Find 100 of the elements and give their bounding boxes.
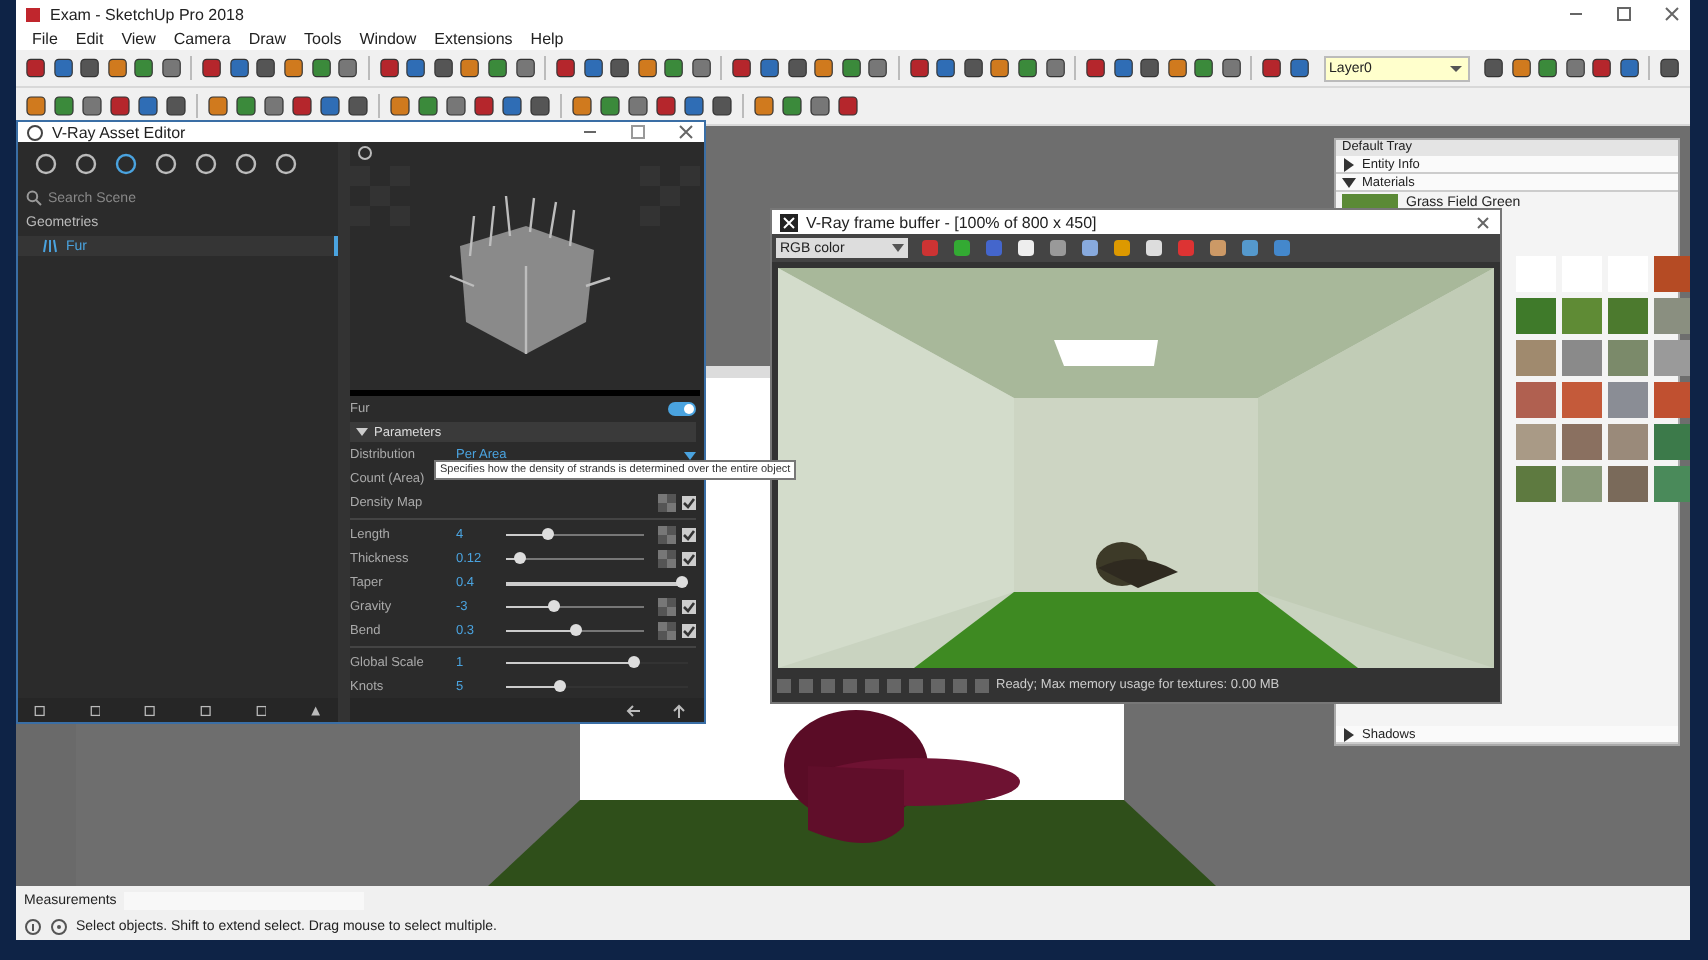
tool-icon[interactable] <box>431 56 455 80</box>
close-icon[interactable] <box>1662 4 1682 24</box>
tool-icon[interactable] <box>635 56 659 80</box>
menu-item[interactable]: Extensions <box>434 30 513 48</box>
tool-icon[interactable] <box>290 94 314 118</box>
tool-icon[interactable] <box>785 56 809 80</box>
tool-icon[interactable] <box>78 56 102 80</box>
tool-icon[interactable] <box>416 94 440 118</box>
tool-icon[interactable] <box>988 56 1012 80</box>
tool-icon[interactable] <box>662 56 686 80</box>
tool-icon[interactable] <box>51 56 75 80</box>
tool-icon[interactable] <box>200 56 224 80</box>
material-swatch[interactable] <box>1562 382 1602 418</box>
checkbox[interactable] <box>682 552 696 566</box>
tool-icon[interactable] <box>839 56 863 80</box>
menu-item[interactable]: Camera <box>173 30 231 48</box>
close-icon[interactable] <box>676 122 696 142</box>
tool-icon[interactable] <box>752 94 776 118</box>
tool-icon[interactable] <box>780 94 804 118</box>
tool-icon[interactable] <box>108 94 132 118</box>
tool-icon[interactable] <box>608 56 632 80</box>
checkbox[interactable] <box>682 624 696 638</box>
material-swatch[interactable] <box>1654 340 1690 376</box>
tool-icon[interactable] <box>377 56 401 80</box>
tool-icon[interactable] <box>812 56 836 80</box>
tool-icon[interactable] <box>581 56 605 80</box>
tool-icon[interactable] <box>1138 56 1162 80</box>
tool-icon[interactable] <box>1043 56 1067 80</box>
tool-icon[interactable] <box>262 94 286 118</box>
tool-icon[interactable] <box>336 56 360 80</box>
tool-icon[interactable] <box>318 94 342 118</box>
slider-thumb[interactable] <box>541 528 554 540</box>
slider-thumb[interactable] <box>569 624 581 636</box>
material-swatch[interactable] <box>1516 298 1556 334</box>
tool-icon[interactable] <box>458 56 482 80</box>
tool-icon[interactable] <box>132 56 156 80</box>
material-swatch[interactable] <box>1516 466 1556 502</box>
tool-icon[interactable] <box>1287 56 1312 80</box>
info-icon[interactable] <box>24 917 42 935</box>
back-arrow-icon[interactable] <box>624 701 642 719</box>
tool-icon[interactable] <box>1590 56 1614 80</box>
material-swatch[interactable] <box>1654 256 1690 292</box>
help-icon[interactable] <box>50 917 68 935</box>
tool-icon[interactable] <box>1536 56 1560 80</box>
render-icon[interactable] <box>310 701 323 719</box>
tool-icon[interactable] <box>598 94 622 118</box>
tool-icon[interactable] <box>472 94 496 118</box>
tool-icon[interactable] <box>907 56 931 80</box>
tool-icon[interactable] <box>554 56 578 80</box>
maximize-icon[interactable] <box>628 122 648 142</box>
asset-action-icon[interactable] <box>255 701 267 719</box>
tool-icon[interactable] <box>136 94 160 118</box>
asset-action-icon[interactable] <box>89 701 101 719</box>
tool-icon[interactable] <box>444 94 468 118</box>
category-icon[interactable] <box>34 152 58 176</box>
category-icon[interactable] <box>74 152 98 176</box>
tool-icon[interactable] <box>1192 56 1216 80</box>
swatch-preview-icon[interactable] <box>356 144 374 162</box>
material-swatch[interactable] <box>1654 382 1690 418</box>
tool-icon[interactable] <box>227 56 251 80</box>
up-arrow-icon[interactable] <box>670 701 688 719</box>
tool-icon[interactable] <box>808 94 832 118</box>
menu-item[interactable]: File <box>32 30 58 48</box>
toggle-switch[interactable] <box>668 402 696 416</box>
tool-icon[interactable] <box>730 56 754 80</box>
tool-icon[interactable] <box>500 94 524 118</box>
tool-icon[interactable] <box>52 94 76 118</box>
tool-icon[interactable] <box>1260 56 1284 80</box>
material-swatch[interactable] <box>1562 340 1602 376</box>
material-swatch[interactable] <box>1608 424 1648 460</box>
tool-icon[interactable] <box>528 94 552 118</box>
menu-item[interactable]: Help <box>530 30 564 48</box>
tool-icon[interactable] <box>1617 56 1641 80</box>
tool-icon[interactable] <box>682 94 706 118</box>
tool-icon[interactable] <box>1015 56 1040 80</box>
asset-action-icon[interactable] <box>34 701 46 719</box>
tool-icon[interactable] <box>388 94 412 118</box>
checkbox[interactable] <box>682 496 696 510</box>
category-icon[interactable] <box>154 152 178 176</box>
material-swatch[interactable] <box>1654 424 1690 460</box>
slider-thumb[interactable] <box>548 600 561 612</box>
tool-icon[interactable] <box>346 94 370 118</box>
tool-icon[interactable] <box>309 56 333 80</box>
tool-icon[interactable] <box>105 56 129 80</box>
tool-icon[interactable] <box>689 56 713 80</box>
slider-thumb[interactable] <box>627 656 640 668</box>
slider-thumb[interactable] <box>513 552 526 564</box>
menu-item[interactable]: Window <box>359 30 417 48</box>
tool-icon[interactable] <box>934 56 958 80</box>
maximize-icon[interactable] <box>1614 4 1634 24</box>
tool-icon[interactable] <box>1084 56 1108 80</box>
tool-icon[interactable] <box>1111 56 1135 80</box>
tool-icon[interactable] <box>570 94 594 118</box>
tool-icon[interactable] <box>710 94 734 118</box>
tool-icon[interactable] <box>1219 56 1243 80</box>
menu-item[interactable]: Tools <box>304 30 342 48</box>
tool-icon[interactable] <box>485 56 509 80</box>
category-icon[interactable] <box>274 152 298 176</box>
tool-icon[interactable] <box>24 56 48 80</box>
material-swatch[interactable] <box>1608 298 1648 334</box>
